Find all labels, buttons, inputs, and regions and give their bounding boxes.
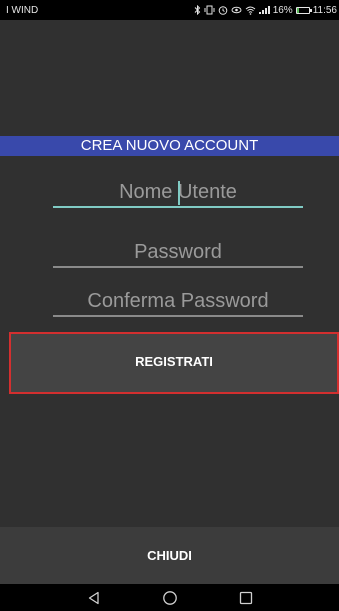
password-field[interactable] bbox=[53, 237, 303, 268]
vibrate-icon bbox=[204, 5, 215, 15]
username-underline bbox=[53, 206, 303, 208]
battery-icon bbox=[295, 6, 312, 14]
register-screen: I WIND 16% 11:56 CREA NUOVO ACCOUNT Nome… bbox=[0, 0, 339, 611]
back-icon[interactable] bbox=[82, 586, 106, 610]
status-bar: I WIND 16% 11:56 bbox=[0, 0, 339, 20]
bluetooth-icon bbox=[194, 5, 201, 15]
page-title: CREA NUOVO ACCOUNT bbox=[0, 136, 339, 156]
home-icon[interactable] bbox=[158, 586, 182, 610]
navigation-bar bbox=[0, 584, 339, 611]
password-underline bbox=[53, 266, 303, 268]
status-icons: 16% 11:56 bbox=[194, 5, 337, 16]
wifi-icon bbox=[245, 5, 256, 15]
carrier-label: I WIND bbox=[6, 4, 39, 16]
password-input[interactable] bbox=[53, 237, 303, 267]
register-button[interactable]: REGISTRATI bbox=[9, 332, 339, 394]
signal-icon bbox=[258, 6, 270, 14]
confirm-password-field[interactable] bbox=[53, 286, 303, 317]
recents-icon[interactable] bbox=[234, 586, 258, 610]
confirm-password-underline bbox=[53, 315, 303, 317]
confirm-password-input[interactable] bbox=[53, 286, 303, 316]
username-field[interactable] bbox=[53, 177, 303, 208]
text-cursor bbox=[178, 181, 180, 205]
clock: 11:56 bbox=[312, 4, 337, 16]
eye-comfort-icon bbox=[231, 5, 242, 15]
battery-percent: 16% bbox=[272, 4, 293, 16]
close-button[interactable]: CHIUDI bbox=[0, 527, 339, 584]
alarm-icon bbox=[218, 5, 228, 15]
